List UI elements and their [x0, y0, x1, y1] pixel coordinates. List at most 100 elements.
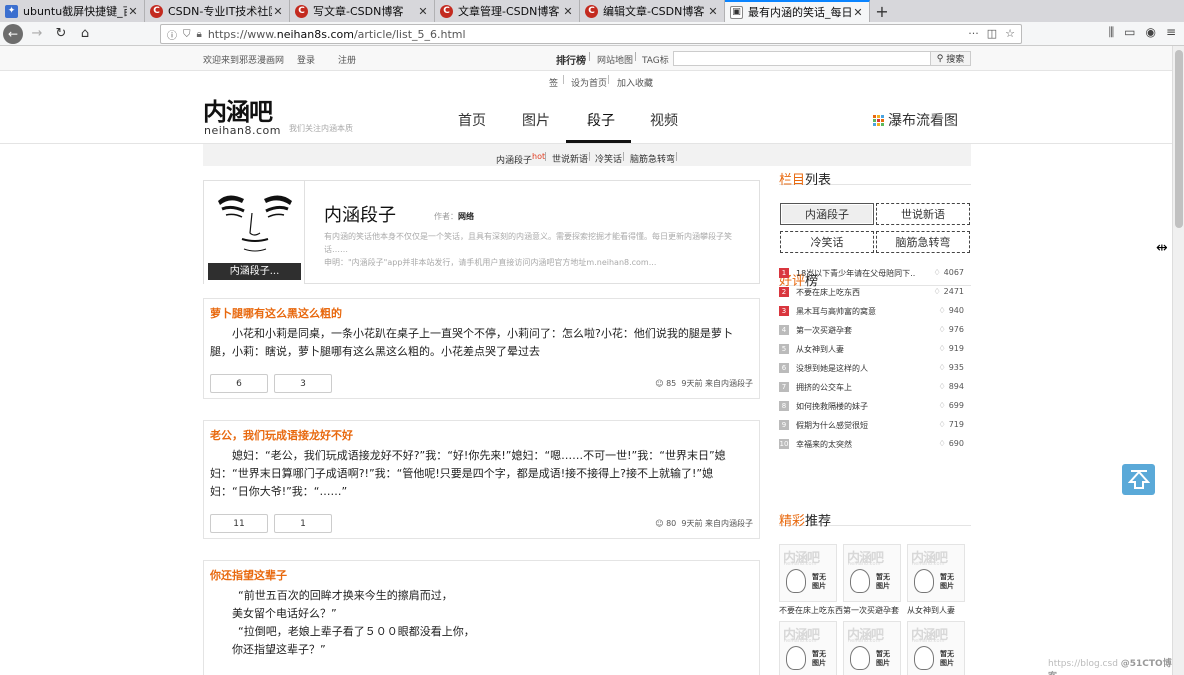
- recommend-caption[interactable]: 第一次买避孕套: [843, 605, 901, 616]
- comment-count[interactable]: 85: [666, 379, 676, 388]
- home-icon[interactable]: ⌂: [75, 24, 95, 44]
- recommend-item[interactable]: 内涵吧 neihan8.com 暂无 图片从女神到人妻: [907, 544, 965, 616]
- set-home-link[interactable]: 设为首页: [571, 76, 607, 89]
- back-arrow-icon[interactable]: ←: [3, 23, 23, 44]
- page-scrollbar[interactable]: [1172, 46, 1184, 675]
- nav-item-jokes[interactable]: 段子: [587, 110, 615, 130]
- column-button-neihan[interactable]: 内涵段子: [780, 203, 874, 225]
- add-favorite-link[interactable]: 加入收藏: [617, 76, 653, 89]
- recommend-caption[interactable]: 不要在床上吃东西: [779, 605, 843, 616]
- rank-item[interactable]: 2 不要在床上吃东西 ♢ 2471: [779, 286, 967, 299]
- rank-title-link[interactable]: 如何挽救隔楼的妹子: [796, 401, 916, 412]
- rank-item[interactable]: 6 没想到她是这样的人 ♢ 935: [779, 362, 967, 375]
- subnav-item-cold-jokes[interactable]: 冷笑话: [595, 152, 622, 165]
- scrollbar-thumb[interactable]: [1175, 50, 1183, 228]
- new-tab-button[interactable]: +: [870, 0, 894, 22]
- recommend-item[interactable]: 内涵吧 neihan8.com 暂无 图片: [843, 621, 901, 675]
- bookmark-star-icon[interactable]: ☆: [1005, 27, 1015, 40]
- forward-arrow-icon[interactable]: →: [27, 24, 47, 44]
- rank-title-link[interactable]: 假期为什么感觉很短: [796, 420, 916, 431]
- post-title-link[interactable]: 老公，我们玩成语接龙好不好: [210, 427, 353, 443]
- browser-tab[interactable]: C CSDN-专业IT技术社区 ✕: [145, 0, 290, 22]
- sidebar-icon[interactable]: ▭: [1124, 25, 1135, 40]
- rank-item[interactable]: 4 第一次买避孕套 ♢ 976: [779, 324, 967, 337]
- recommend-thumbnail[interactable]: 内涵吧 neihan8.com 暂无 图片: [843, 621, 901, 675]
- upvote-button[interactable]: 11: [210, 514, 268, 533]
- browser-tab[interactable]: C 文章管理-CSDN博客 ✕: [435, 0, 580, 22]
- sign-link[interactable]: 签: [549, 76, 558, 89]
- nav-item-home[interactable]: 首页: [458, 110, 486, 130]
- back-to-top-button[interactable]: [1122, 464, 1155, 495]
- upvote-button[interactable]: 6: [210, 374, 268, 393]
- menu-icon[interactable]: ≡: [1166, 25, 1176, 40]
- recommend-thumbnail[interactable]: 内涵吧 neihan8.com 暂无 图片: [779, 621, 837, 675]
- tab-close-icon[interactable]: ✕: [417, 5, 429, 18]
- downvote-button[interactable]: 1: [274, 514, 332, 533]
- rank-item[interactable]: 5 从女神到人妻 ♢ 919: [779, 343, 967, 356]
- browser-tab[interactable]: C 写文章-CSDN博客 ✕: [290, 0, 435, 22]
- rank-title-link[interactable]: 第一次买避孕套: [796, 325, 916, 336]
- recommend-item[interactable]: 内涵吧 neihan8.com 暂无 图片: [907, 621, 965, 675]
- rank-item[interactable]: 8 如何挽救隔楼的妹子 ♢ 699: [779, 400, 967, 413]
- recommend-item[interactable]: 内涵吧 neihan8.com 暂无 图片: [779, 621, 837, 675]
- more-actions-icon[interactable]: ···: [968, 27, 979, 40]
- subnav-item-brain-teaser[interactable]: 脑筋急转弯: [630, 152, 675, 165]
- browser-tab[interactable]: C 编辑文章-CSDN博客 ✕: [580, 0, 725, 22]
- recommend-caption[interactable]: 从女神到人妻: [907, 605, 965, 616]
- rank-item[interactable]: 3 黑木耳与高帅富的窝意 ♢ 940: [779, 305, 967, 318]
- subnav-item-shishuo[interactable]: 世说新语: [552, 152, 588, 165]
- recommend-item[interactable]: 内涵吧 neihan8.com 暂无 图片不要在床上吃东西: [779, 544, 843, 616]
- rank-title-link[interactable]: 从女神到人妻: [796, 344, 916, 355]
- recommend-item[interactable]: 内涵吧 neihan8.com 暂无 图片第一次买避孕套: [843, 544, 901, 616]
- rank-item[interactable]: 7 拥挤的公交车上 ♢ 894: [779, 381, 967, 394]
- subnav-item-neihan[interactable]: 内涵段子hot: [496, 152, 545, 166]
- tag-link[interactable]: TAG标: [642, 53, 669, 66]
- rank-item[interactable]: 10 幸福来的太突然 ♢ 690: [779, 438, 967, 451]
- column-button-shishuo[interactable]: 世说新语: [876, 203, 970, 225]
- rank-title-link[interactable]: 黑木耳与高帅富的窝意: [796, 306, 916, 317]
- recommend-thumbnail[interactable]: 内涵吧 neihan8.com 暂无 图片: [907, 621, 965, 675]
- downvote-button[interactable]: 3: [274, 374, 332, 393]
- recommend-thumbnail[interactable]: 内涵吧 neihan8.com 暂无 图片: [779, 544, 837, 602]
- search-input[interactable]: [673, 51, 931, 66]
- library-icon[interactable]: ⫼: [1109, 25, 1115, 40]
- nav-item-pictures[interactable]: 图片: [522, 110, 550, 130]
- tab-close-icon[interactable]: ✕: [562, 5, 574, 18]
- tab-close-icon[interactable]: ✕: [707, 5, 719, 18]
- recommend-thumbnail[interactable]: 内涵吧 neihan8.com 暂无 图片: [843, 544, 901, 602]
- search-button[interactable]: ⚲ 搜索: [930, 51, 971, 66]
- site-logo[interactable]: 内涵吧 neihan8.com: [203, 99, 283, 137]
- login-link[interactable]: 登录: [297, 53, 315, 66]
- browser-tab-active[interactable]: ▣ 最有内涵的笑话_每日一笑 ✕: [725, 0, 870, 22]
- recommend-thumbnail[interactable]: 内涵吧 neihan8.com 暂无 图片: [907, 544, 965, 602]
- reload-icon[interactable]: ↻: [51, 24, 71, 44]
- rank-title-link[interactable]: 没想到她是这样的人: [796, 363, 916, 374]
- account-icon[interactable]: ◉: [1145, 25, 1155, 40]
- rank-item[interactable]: 1 18岁以下青少年请在父母陪同下... ♢ 4067: [779, 267, 967, 280]
- nav-item-videos[interactable]: 视频: [650, 110, 678, 130]
- register-link[interactable]: 注册: [338, 53, 356, 66]
- column-button-cold-jokes[interactable]: 冷笑话: [780, 231, 874, 253]
- tab-close-icon[interactable]: ✕: [852, 6, 864, 19]
- lock-icon[interactable]: 🔒︎: [197, 29, 202, 40]
- column-button-brain-teaser[interactable]: 脑筋急转弯: [876, 231, 970, 253]
- info-icon[interactable]: ⓘ: [167, 27, 177, 42]
- rank-title-link[interactable]: 幸福来的太突然: [796, 439, 916, 450]
- waterfall-link[interactable]: 瀑布流看图: [873, 110, 958, 130]
- sitemap-link[interactable]: 网站地图: [597, 53, 633, 66]
- tab-close-icon[interactable]: ✕: [272, 5, 284, 18]
- rank-item[interactable]: 9 假期为什么感觉很短 ♢ 719: [779, 419, 967, 432]
- browser-tab[interactable]: ✦ ubuntu截屏快捷键_百度 ✕: [0, 0, 145, 22]
- rank-title-link[interactable]: 不要在床上吃东西: [796, 287, 916, 298]
- rank-link[interactable]: 排行榜: [556, 52, 586, 67]
- pocket-icon[interactable]: ◫: [987, 27, 997, 40]
- like-icon: ♢: [933, 287, 941, 296]
- rank-title-link[interactable]: 拥挤的公交车上: [796, 382, 916, 393]
- post-title-link[interactable]: 你还指望这辈子: [210, 567, 287, 583]
- comment-count[interactable]: 80: [666, 519, 676, 528]
- shield-icon[interactable]: ⛉: [183, 29, 191, 40]
- post-title-link[interactable]: 萝卜腿哪有这么黑这么粗的: [210, 305, 342, 321]
- tab-close-icon[interactable]: ✕: [127, 5, 139, 18]
- url-bar[interactable]: ⓘ ⛉ 🔒︎ https://www.neihan8s.com/article/…: [160, 24, 1022, 44]
- rank-title-link[interactable]: 18岁以下青少年请在父母陪同下...: [796, 268, 916, 279]
